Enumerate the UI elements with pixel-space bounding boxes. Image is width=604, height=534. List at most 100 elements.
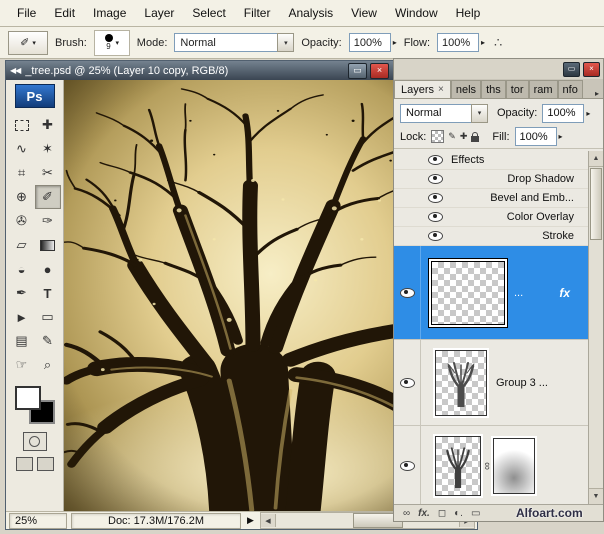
link-layers-icon[interactable]: ∞ — [403, 508, 410, 519]
tool-preset-picker[interactable]: ✐ ▾ — [8, 30, 48, 55]
tab-close-icon[interactable]: × — [438, 84, 444, 95]
zoom-field[interactable]: 25% — [9, 512, 67, 529]
airbrush-icon[interactable]: ∴ — [494, 35, 502, 51]
tab-channels[interactable]: nels — [450, 80, 482, 98]
tab-info[interactable]: nfo — [557, 80, 583, 98]
menu-window[interactable]: Window — [386, 2, 447, 24]
slider-arrow-icon[interactable]: ▸ — [559, 132, 563, 141]
visibility-eye-icon[interactable] — [428, 155, 443, 165]
tab-history[interactable]: tor — [505, 80, 529, 98]
visibility-eye-icon[interactable] — [399, 377, 415, 388]
slider-arrow-icon[interactable]: ▸ — [586, 109, 590, 118]
slider-arrow-icon[interactable]: ▸ — [481, 38, 485, 47]
menu-view[interactable]: View — [342, 2, 386, 24]
layer-thumbnail[interactable] — [435, 435, 481, 496]
foreground-color-swatch[interactable] — [14, 386, 41, 410]
panel-opacity-field[interactable]: 100% ▸ — [542, 103, 590, 123]
tab-histogram[interactable]: ram — [528, 80, 558, 98]
chevron-down-icon[interactable]: ▾ — [471, 103, 488, 123]
menu-analysis[interactable]: Analysis — [279, 2, 342, 24]
move-tool[interactable]: ✚ — [35, 113, 61, 137]
history-brush-tool[interactable]: ✑ — [35, 209, 61, 233]
lock-transparency-icon[interactable] — [431, 130, 445, 143]
eraser-tool[interactable]: ▱ — [9, 233, 35, 257]
effect-row-bevel-emboss[interactable]: Bevel and Emb... — [394, 189, 588, 208]
menu-filter[interactable]: Filter — [235, 2, 280, 24]
visibility-eye-icon[interactable] — [428, 193, 443, 203]
layer-name[interactable]: ... — [514, 287, 523, 299]
quick-mask-button[interactable] — [22, 432, 47, 451]
healing-brush-tool[interactable]: ⊕ — [9, 185, 35, 209]
menu-layer[interactable]: Layer — [135, 2, 183, 24]
blur-tool[interactable]: ◒ — [9, 257, 35, 281]
close-button[interactable]: × — [370, 62, 389, 79]
notes-tool[interactable]: ▤ — [9, 329, 35, 353]
effect-row-stroke[interactable]: Stroke — [394, 227, 588, 246]
layer-row-selected[interactable]: ... fx — [394, 246, 588, 340]
blend-mode-select[interactable]: Normal ▾ — [400, 103, 488, 123]
path-selection-tool[interactable]: ► — [9, 305, 35, 329]
scroll-thumb[interactable] — [590, 168, 602, 240]
menu-help[interactable]: Help — [447, 2, 490, 24]
lock-position-icon[interactable]: ✚ — [460, 131, 468, 142]
pen-tool[interactable]: ✒ — [9, 281, 35, 305]
layer-name[interactable]: Group 3 ... — [496, 377, 548, 389]
scroll-down-icon[interactable]: ▼ — [589, 488, 603, 504]
layer-row-group3[interactable]: Group 3 ... — [394, 340, 588, 426]
slice-tool[interactable]: ✂ — [35, 161, 61, 185]
tab-layers[interactable]: Layers × — [394, 80, 451, 98]
clone-stamp-tool[interactable]: ✇ — [9, 209, 35, 233]
zoom-tool[interactable]: ⌕ — [35, 353, 61, 377]
brush-tool[interactable]: ✐ — [34, 185, 61, 209]
panel-scrollbar[interactable]: ▲ ▼ — [588, 151, 603, 504]
eyedropper-tool[interactable]: ✎ — [35, 329, 61, 353]
menu-edit[interactable]: Edit — [45, 2, 84, 24]
visibility-eye-icon[interactable] — [428, 231, 443, 241]
menu-file[interactable]: File — [8, 2, 45, 24]
visibility-eye-icon[interactable] — [399, 460, 415, 471]
layer-mask-thumbnail[interactable] — [492, 437, 535, 494]
lock-all-icon[interactable] — [471, 131, 480, 142]
crop-tool[interactable]: ⌗ — [9, 161, 35, 185]
layer-thumbnail[interactable] — [431, 260, 505, 325]
marquee-tool[interactable] — [9, 113, 35, 137]
menu-select[interactable]: Select — [183, 2, 234, 24]
panel-collapse-button[interactable]: ▭ — [563, 61, 580, 77]
gradient-tool[interactable] — [35, 233, 61, 257]
visibility-eye-icon[interactable] — [399, 287, 415, 298]
layer-style-icon[interactable]: fx. — [418, 508, 430, 519]
flow-field[interactable]: 100% ▸ — [437, 33, 485, 52]
scroll-up-icon[interactable]: ▲ — [589, 151, 603, 167]
scroll-left-icon[interactable]: ◀ — [260, 514, 276, 527]
magic-wand-tool[interactable]: ✶ — [35, 137, 61, 161]
fill-field[interactable]: 100% ▸ — [514, 127, 563, 146]
effect-row-color-overlay[interactable]: Color Overlay — [394, 208, 588, 227]
opacity-field[interactable]: 100% ▸ — [348, 33, 397, 52]
status-menu-arrow-icon[interactable]: ▶ — [247, 515, 254, 526]
new-group-icon[interactable]: ▭ — [471, 508, 480, 519]
type-tool[interactable]: T — [35, 281, 61, 305]
layer-fx-badge[interactable]: fx — [559, 286, 570, 300]
dodge-tool[interactable]: ● — [35, 257, 61, 281]
tab-paths[interactable]: ths — [481, 80, 506, 98]
panel-close-button[interactable]: × — [583, 61, 600, 77]
chevron-down-icon[interactable]: ▾ — [277, 33, 295, 52]
mask-link-icon[interactable]: ∞ — [481, 462, 493, 470]
shape-tool[interactable]: ▭ — [35, 305, 61, 329]
panel-menu-icon[interactable]: ▸ — [595, 89, 599, 98]
screen-mode-full-button[interactable] — [36, 457, 54, 471]
lock-pixels-icon[interactable]: ✎ — [448, 131, 456, 142]
mode-select[interactable]: Normal ▾ — [174, 33, 295, 52]
screen-mode-standard-button[interactable] — [15, 457, 33, 471]
layer-thumbnail[interactable] — [435, 349, 487, 416]
effect-row-drop-shadow[interactable]: Drop Shadow — [394, 170, 588, 189]
dock-arrows-icon[interactable]: ◀◀ — [10, 66, 21, 75]
add-mask-icon[interactable]: ◻ — [438, 508, 446, 519]
layer-row-masked[interactable]: ∞ — [394, 426, 588, 504]
visibility-eye-icon[interactable] — [428, 174, 443, 184]
lasso-tool[interactable]: ∿ — [9, 137, 35, 161]
slider-arrow-icon[interactable]: ▸ — [393, 38, 397, 47]
hand-tool[interactable]: ☞ — [9, 353, 35, 377]
adjustment-layer-icon[interactable]: ◐. — [454, 508, 463, 519]
visibility-eye-icon[interactable] — [428, 212, 443, 222]
